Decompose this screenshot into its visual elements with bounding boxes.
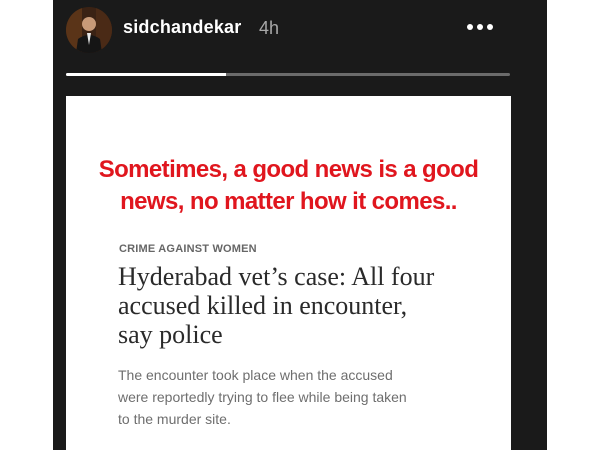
article-title[interactable]: Hyderabad vet’s case: All four accused k… — [118, 262, 488, 349]
article-title-line: Hyderabad vet’s case: All four — [118, 262, 435, 291]
story-caption: Sometimes, a good news is a good news, n… — [66, 154, 511, 218]
article-category: CRIME AGAINST WOMEN — [119, 243, 257, 255]
menu-dot — [477, 24, 483, 30]
article-summary-line: The encounter took place when the accuse… — [118, 367, 393, 383]
menu-dot — [467, 24, 473, 30]
avatar-image — [66, 7, 112, 53]
story-viewer: sidchandekar 4h Sometimes, a good news i… — [53, 0, 547, 450]
article-summary-line: to the murder site. — [118, 411, 231, 427]
story-timestamp: 4h — [259, 18, 280, 38]
story-progress-bar — [66, 73, 510, 76]
caption-line: Sometimes, a good news is a good — [98, 156, 479, 183]
menu-dot — [487, 24, 493, 30]
article-title-line: accused killed in encounter, — [118, 291, 408, 320]
shared-post-card[interactable]: Sometimes, a good news is a good news, n… — [66, 96, 511, 450]
username[interactable]: sidchandekar — [123, 17, 241, 38]
article-title-line: say police — [118, 320, 223, 349]
avatar[interactable] — [66, 7, 112, 53]
article-summary-line: were reportedly trying to flee while bei… — [118, 389, 407, 405]
article-summary: The encounter took place when the accuse… — [118, 364, 478, 430]
story-progress-fill — [66, 73, 226, 76]
more-horizontal-icon[interactable] — [463, 16, 497, 38]
caption-line: news, no matter how it comes.. — [120, 188, 457, 215]
